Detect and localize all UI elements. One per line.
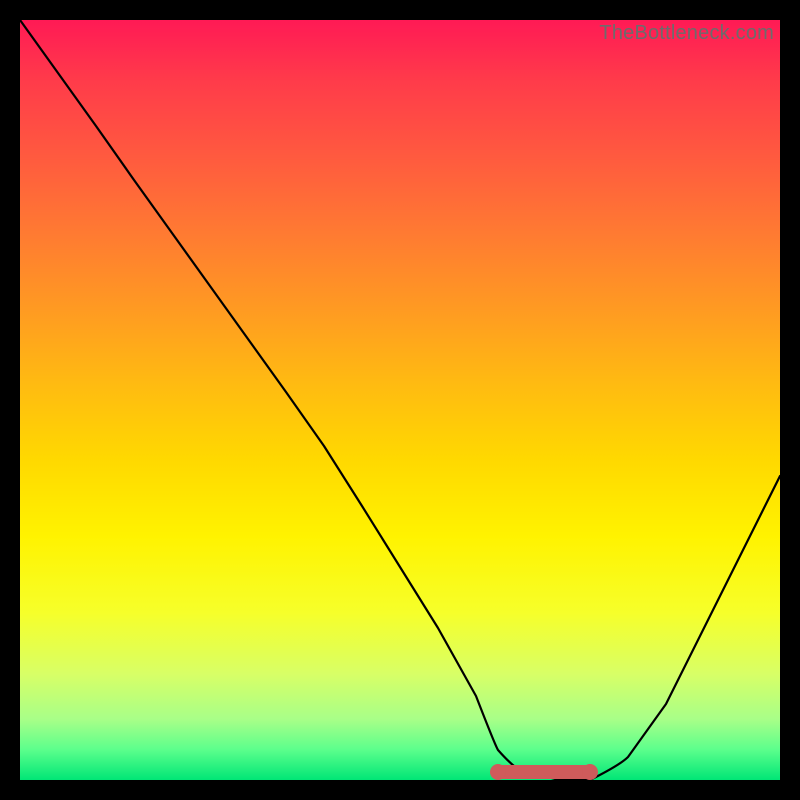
bottleneck-curve [20,20,780,780]
plot-area: TheBottleneck.com [20,20,780,780]
watermark-text: TheBottleneck.com [599,22,774,45]
optimal-region-end-dot [582,764,598,780]
chart-frame: TheBottleneck.com [0,0,800,800]
optimal-region-start-dot [490,764,506,780]
curve-path [20,20,780,780]
